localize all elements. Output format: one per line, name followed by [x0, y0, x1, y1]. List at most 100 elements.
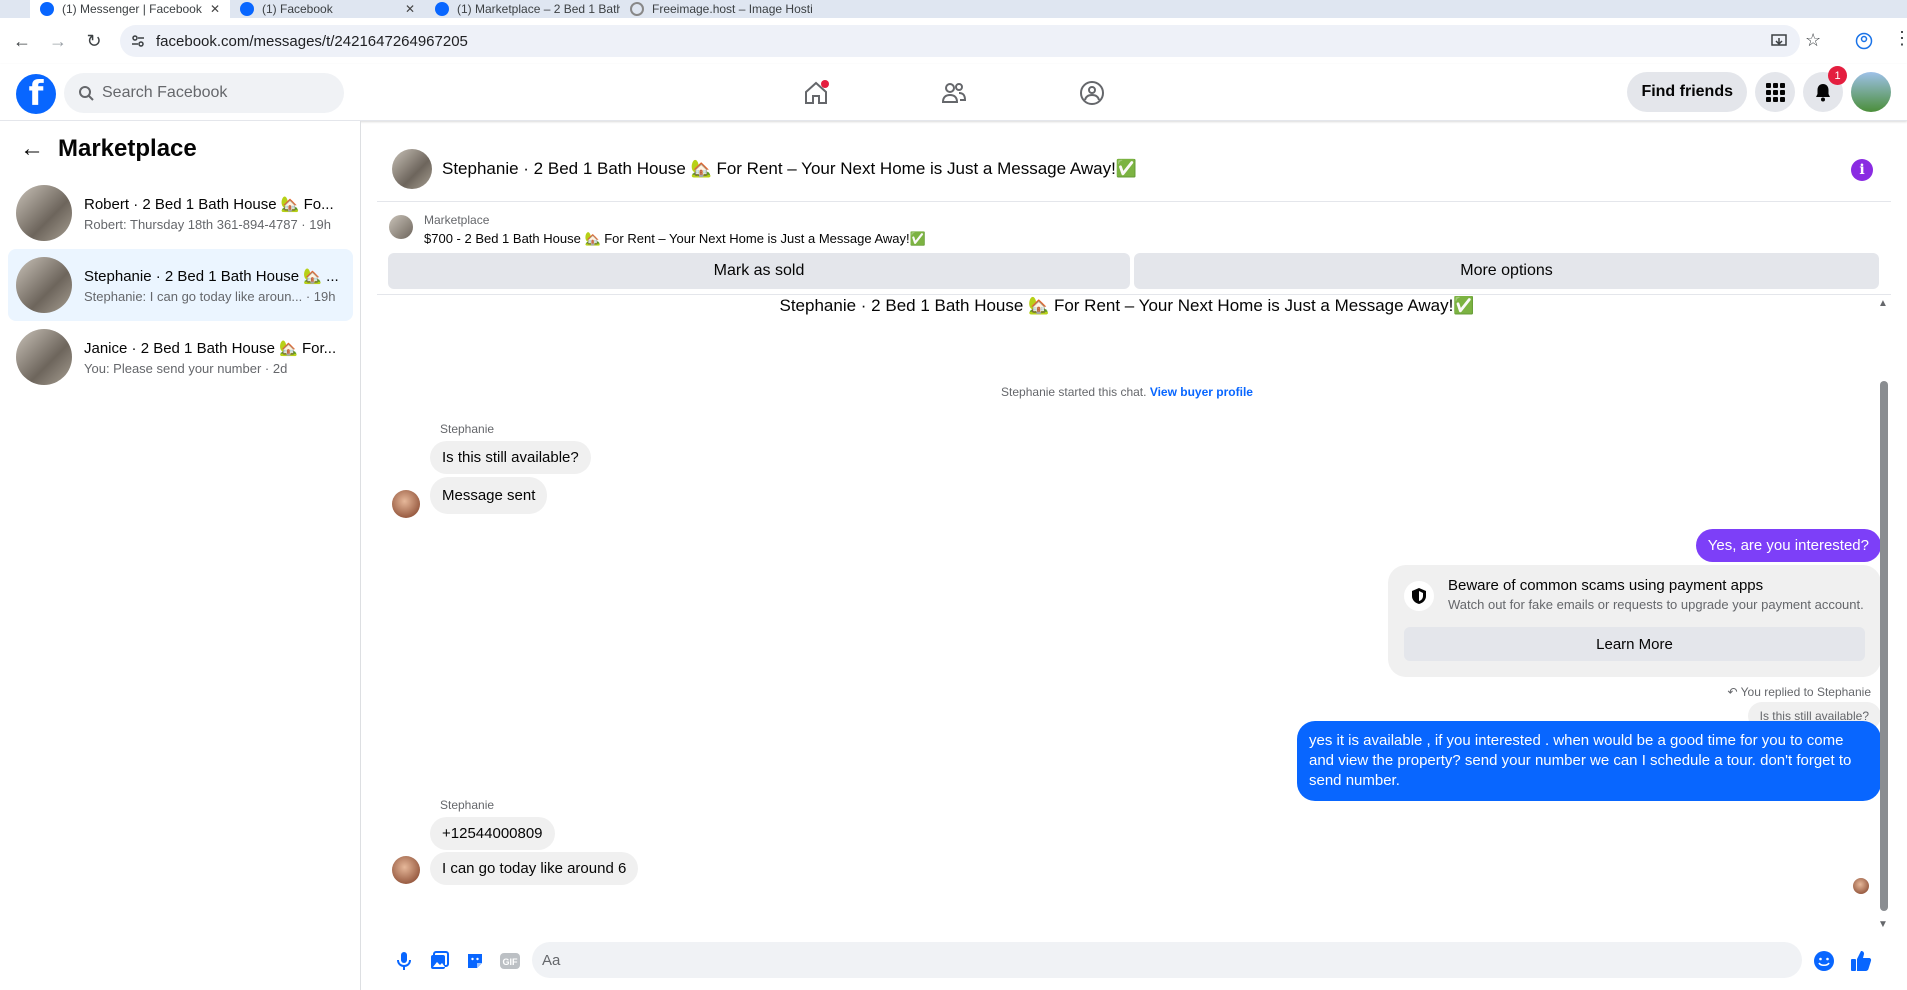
conversation-title: Robert · 2 Bed 1 Bath House 🏡 Fo... — [84, 195, 334, 213]
seen-avatar — [1853, 878, 1869, 894]
emoji-icon[interactable] — [1812, 949, 1836, 973]
shield-icon — [1404, 581, 1434, 611]
like-thumbs-up-icon[interactable] — [1849, 949, 1873, 973]
bookmark-star-icon[interactable]: ☆ — [1805, 30, 1821, 51]
reload-icon[interactable]: ↻ — [80, 27, 108, 55]
reply-indicator: ↶ You replied to Stephanie — [1727, 685, 1871, 699]
notification-badge: 1 — [1828, 66, 1847, 85]
nav-home[interactable] — [760, 64, 872, 121]
tab-title: (1) Messenger | Facebook — [62, 2, 202, 16]
groups-icon — [1080, 80, 1104, 105]
conversation-thumbnail — [16, 185, 72, 241]
contact-avatar[interactable] — [392, 856, 420, 884]
address-bar[interactable]: facebook.com/messages/t/2421647264967205 — [120, 25, 1800, 57]
started-text: Stephanie started this chat. — [1001, 385, 1147, 399]
info-icon[interactable]: i — [1851, 159, 1873, 181]
microphone-icon[interactable] — [392, 949, 416, 973]
menu-button[interactable] — [1755, 72, 1795, 112]
contact-avatar[interactable] — [392, 490, 420, 518]
site-settings-icon[interactable] — [130, 33, 146, 49]
account-avatar[interactable] — [1851, 72, 1891, 112]
message-thread: Stephanie · 2 Bed 1 Bath House 🏡 For Ren… — [377, 296, 1891, 932]
nav-groups[interactable] — [1036, 64, 1148, 121]
marketplace-label: Marketplace — [424, 213, 490, 227]
notifications-button[interactable]: 1 — [1803, 66, 1847, 112]
sender-name: Stephanie — [440, 798, 495, 812]
photo-icon[interactable] — [427, 949, 451, 973]
back-arrow-icon[interactable]: ← — [20, 135, 44, 163]
conversation-preview: Robert: Thursday 18th 361-894-4787 · 19h — [84, 216, 331, 232]
conversation-preview: Stephanie: I can go today like aroun... … — [84, 288, 336, 304]
scrollbar[interactable]: ▲ ▼ — [1877, 296, 1891, 932]
chat-header: Stephanie · 2 Bed 1 Bath House 🏡 For Ren… — [377, 137, 1891, 202]
sidebar-header: ← Marketplace — [20, 135, 197, 163]
sticker-icon[interactable] — [463, 949, 487, 973]
home-icon — [805, 79, 829, 104]
site-favicon-icon — [630, 2, 644, 16]
header-actions: Find friends 1 — [1627, 66, 1907, 112]
install-app-icon[interactable] — [1770, 32, 1788, 50]
friends-icon — [941, 82, 967, 103]
scam-warning-subtitle: Watch out for fake emails or requests to… — [1448, 597, 1864, 612]
mark-as-sold-button[interactable]: Mark as sold — [388, 253, 1130, 289]
conversation-item[interactable]: Janice · 2 Bed 1 Bath House 🏡 For... You… — [8, 321, 353, 393]
message-bubble-incoming[interactable]: Is this still available? — [430, 441, 591, 474]
sender-name: Stephanie — [440, 422, 495, 436]
message-bubble-incoming[interactable]: I can go today like around 6 — [430, 852, 639, 885]
tab-messenger[interactable]: (1) Messenger | Facebook ✕ — [30, 0, 230, 18]
find-friends-button[interactable]: Find friends — [1627, 72, 1747, 112]
browser-toolbar: ← → ↻ facebook.com/messages/t/2421647264… — [0, 18, 1907, 64]
scroll-down-icon[interactable]: ▼ — [1878, 919, 1888, 930]
nav-friends[interactable] — [898, 64, 1010, 121]
conversation-title: Janice · 2 Bed 1 Bath House 🏡 For... — [84, 339, 337, 357]
close-tab-icon[interactable]: ✕ — [210, 2, 220, 16]
message-bubble-incoming[interactable]: +12544000809 — [430, 817, 555, 850]
marketplace-listing-bar: Marketplace $700 - 2 Bed 1 Bath House 🏡 … — [377, 203, 1891, 295]
back-arrow-icon[interactable]: ← — [8, 27, 36, 55]
marketplace-sidebar: ← Marketplace Robert · 2 Bed 1 Bath Hous… — [0, 121, 361, 990]
search-placeholder: Search Facebook — [102, 84, 228, 101]
message-bubble-incoming[interactable]: Message sent — [430, 477, 548, 514]
grid-menu-icon — [1766, 83, 1785, 102]
view-buyer-profile-link[interactable]: View buyer profile — [1150, 385, 1253, 399]
browser-menu-icon[interactable]: ⋮ — [1893, 28, 1907, 49]
sidebar-title: Marketplace — [58, 135, 197, 162]
conversation-title: Stephanie · 2 Bed 1 Bath House 🏡 ... — [84, 267, 339, 285]
conversation-thumbnail — [16, 329, 72, 385]
search-input[interactable]: Search Facebook — [64, 73, 344, 113]
learn-more-button[interactable]: Learn More — [1404, 627, 1865, 661]
facebook-favicon-icon — [435, 2, 449, 16]
listing-title[interactable]: $700 - 2 Bed 1 Bath House 🏡 For Rent – Y… — [424, 231, 926, 247]
tab-freeimage[interactable]: Freeimage.host – Image Hosti ✕ — [620, 0, 815, 18]
message-input[interactable]: Aa — [532, 942, 1802, 978]
message-bubble-outgoing[interactable]: Yes, are you interested? — [1695, 529, 1881, 562]
tab-marketplace[interactable]: (1) Marketplace – 2 Bed 1 Bath ✕ — [425, 0, 620, 18]
more-options-button[interactable]: More options — [1134, 253, 1879, 289]
conversation-item-selected[interactable]: Stephanie · 2 Bed 1 Bath House 🏡 ... Ste… — [8, 249, 353, 321]
profile-icon[interactable] — [1855, 32, 1873, 50]
tab-facebook[interactable]: (1) Facebook ✕ — [230, 0, 425, 18]
chat-title[interactable]: Stephanie · 2 Bed 1 Bath House 🏡 For Ren… — [442, 159, 1137, 179]
reply-arrow-icon: ↶ — [1727, 685, 1738, 699]
scroll-up-icon[interactable]: ▲ — [1878, 298, 1888, 309]
svg-text:GIF: GIF — [503, 957, 519, 967]
scam-warning-card: Beware of common scams using payment app… — [1388, 565, 1881, 677]
chat-thumbnail[interactable] — [392, 149, 432, 189]
message-composer: GIF Aa — [377, 932, 1891, 990]
facebook-logo-icon[interactable]: f — [16, 74, 56, 114]
forward-arrow-icon[interactable]: → — [44, 27, 72, 55]
conversation-preview: You: Please send your number · 2d — [84, 360, 288, 376]
facebook-favicon-icon — [40, 2, 54, 16]
close-tab-icon[interactable]: ✕ — [405, 2, 415, 16]
scam-warning-title: Beware of common scams using payment app… — [1448, 577, 1764, 594]
gif-icon[interactable]: GIF — [498, 949, 522, 973]
message-bubble-outgoing[interactable]: yes it is available , if you interested … — [1297, 721, 1881, 801]
replied-label: You replied to Stephanie — [1740, 685, 1871, 699]
scrollbar-thumb[interactable] — [1880, 381, 1888, 911]
conversation-thumbnail — [16, 257, 72, 313]
conversation-title: Stephanie · 2 Bed 1 Bath House 🏡 For Ren… — [779, 296, 1475, 315]
listing-thumbnail[interactable] — [389, 215, 413, 239]
url-text: facebook.com/messages/t/2421647264967205 — [156, 32, 468, 50]
conversation-item[interactable]: Robert · 2 Bed 1 Bath House 🏡 Fo... Robe… — [8, 177, 353, 249]
tab-title: (1) Facebook — [262, 2, 333, 16]
